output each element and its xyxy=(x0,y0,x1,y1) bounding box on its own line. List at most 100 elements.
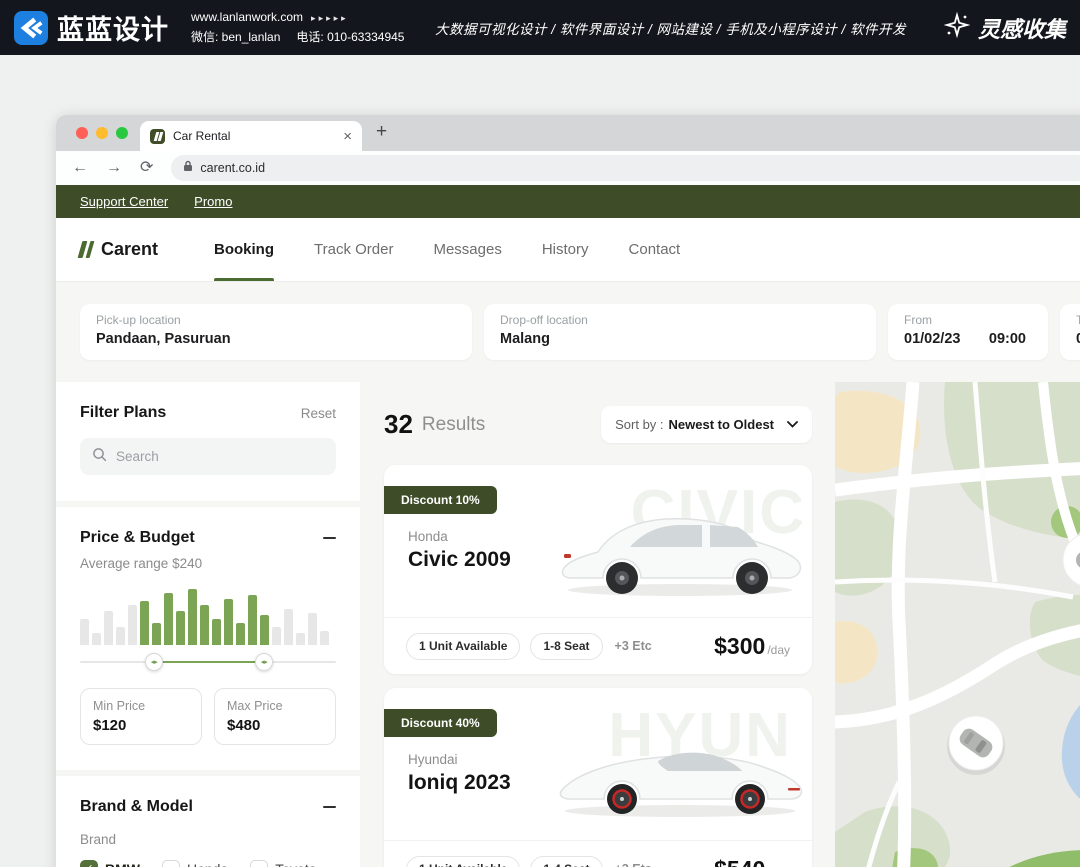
to-datetime-field[interactable]: To 01/03/23 xyxy=(1060,304,1080,360)
maximize-window-button[interactable] xyxy=(116,127,128,139)
promo-banner: 蓝蓝设计 www.lanlanwork.com▸▸▸▸▸ 微信: ben_lan… xyxy=(0,0,1080,55)
checkbox-icon[interactable]: ✓ xyxy=(162,860,180,867)
tab-close-icon[interactable]: × xyxy=(343,129,352,144)
price-budget-title: Price & Budget xyxy=(80,529,195,547)
histogram-bar xyxy=(224,599,233,645)
histogram-bar xyxy=(80,619,89,645)
min-price-value: $120 xyxy=(93,717,189,734)
pickup-label: Pick-up location xyxy=(96,313,456,327)
brand-checkbox-honda[interactable]: ✓ Honda xyxy=(162,860,228,867)
sparkle-icon xyxy=(944,12,970,44)
banner-collect[interactable]: 灵感收集 xyxy=(944,12,1066,44)
dropoff-location-field[interactable]: Drop-off location Malang xyxy=(484,304,876,360)
banner-arrows-icon: ▸▸▸▸▸ xyxy=(311,13,349,23)
histogram-bar xyxy=(212,619,221,645)
seats-badge: 1-4 Seat xyxy=(530,856,602,867)
car-brand: Hyundai xyxy=(408,752,458,767)
histogram-bar xyxy=(260,615,269,645)
refresh-icon[interactable]: ⟳ xyxy=(140,160,153,176)
filter-search-input[interactable] xyxy=(116,449,324,464)
car-model: Civic 2009 xyxy=(408,548,511,572)
units-badge: 1 Unit Available xyxy=(406,633,520,660)
support-center-link[interactable]: Support Center xyxy=(80,194,168,209)
new-tab-button[interactable]: + xyxy=(376,121,387,143)
pickup-location-field[interactable]: Pick-up location Pandaan, Pasuruan xyxy=(80,304,472,360)
car-card-civic[interactable]: CIVIC Discount 10% Honda Civic 2009 1 Un… xyxy=(384,465,812,674)
histogram-bar xyxy=(128,605,137,645)
brand-group-label: Brand xyxy=(80,832,336,847)
filter-search-box[interactable] xyxy=(80,438,336,475)
nav-item-messages[interactable]: Messages xyxy=(433,218,501,281)
brand-option-label: Honda xyxy=(187,861,228,867)
filter-title: Filter Plans xyxy=(80,404,166,422)
nav-item-contact[interactable]: Contact xyxy=(629,218,681,281)
carent-logo[interactable]: Carent xyxy=(80,239,158,260)
units-badge: 1 Unit Available xyxy=(406,856,520,867)
min-price-field[interactable]: Min Price $120 xyxy=(80,688,202,745)
minimize-window-button[interactable] xyxy=(96,127,108,139)
car-brand: Honda xyxy=(408,529,448,544)
collapse-minus-icon[interactable] xyxy=(323,537,336,540)
histogram-bar xyxy=(296,633,305,645)
banner-services-text: 大数据可视化设计 / 软件界面设计 / 网站建设 / 手机及小程序设计 / 软件… xyxy=(435,18,906,38)
nav-item-booking[interactable]: Booking xyxy=(214,218,274,281)
car-image-civic xyxy=(552,491,810,597)
to-date: 01/03/23 xyxy=(1076,331,1080,347)
browser-tab-strip: Car Rental × + xyxy=(56,115,1080,151)
close-window-button[interactable] xyxy=(76,127,88,139)
max-price-value: $480 xyxy=(227,717,323,734)
dropoff-label: Drop-off location xyxy=(500,313,860,327)
car-card-ioniq[interactable]: HYUN Discount 40% Hyundai Ioniq 2023 1 U… xyxy=(384,688,812,867)
collapse-minus-icon[interactable] xyxy=(323,806,336,809)
from-datetime-field[interactable]: From 01/02/23 09:00 xyxy=(888,304,1048,360)
back-icon[interactable]: ← xyxy=(72,160,88,176)
etc-text: +3 Etc xyxy=(615,862,652,867)
forward-icon[interactable]: → xyxy=(106,160,122,176)
brand-option-label: Toyota xyxy=(275,861,316,867)
nav-items: Booking Track Order Messages History Con… xyxy=(214,218,680,281)
brand-checkbox-toyota[interactable]: ✓ Toyota xyxy=(250,860,316,867)
min-price-label: Min Price xyxy=(93,699,189,713)
sort-dropdown[interactable]: Sort by : Newest to Oldest xyxy=(601,406,812,443)
max-price-field[interactable]: Max Price $480 xyxy=(214,688,336,745)
from-time: 09:00 xyxy=(989,331,1026,347)
banner-site-url[interactable]: www.lanlanwork.com xyxy=(191,10,303,24)
discount-badge: Discount 10% xyxy=(384,486,497,514)
to-label: To xyxy=(1076,313,1080,327)
nav-item-track-order[interactable]: Track Order xyxy=(314,218,393,281)
price-slider-handle-max[interactable]: ◂▸ xyxy=(255,653,273,671)
brand-options: ✓ BMW ✓ Honda ✓ Toyota xyxy=(80,860,336,867)
lock-icon xyxy=(183,159,193,177)
lanlan-logo-icon xyxy=(14,11,48,45)
checkbox-icon[interactable]: ✓ xyxy=(250,860,268,867)
url-field[interactable]: carent.co.id xyxy=(171,155,1080,181)
results-column: 32 Results Sort by : Newest to Oldest CI… xyxy=(384,382,812,867)
brand-model-title: Brand & Model xyxy=(80,798,193,816)
results-count-label: Results xyxy=(422,414,485,436)
nav-item-history[interactable]: History xyxy=(542,218,589,281)
site-topbar: Support Center Promo xyxy=(56,185,1080,218)
price-range-slider[interactable]: ◂▸ ◂▸ xyxy=(80,653,336,671)
browser-tab[interactable]: Car Rental × xyxy=(140,121,362,151)
brand-model-section: Brand & Model Brand ✓ BMW ✓ Honda ✓ Toyo… xyxy=(56,776,360,867)
carent-brand-text: Carent xyxy=(101,239,158,260)
filter-reset-button[interactable]: Reset xyxy=(301,406,336,421)
price-slider-handle-min[interactable]: ◂▸ xyxy=(145,653,163,671)
discount-badge: Discount 40% xyxy=(384,709,497,737)
pickup-value: Pandaan, Pasuruan xyxy=(96,331,456,347)
histogram-bar xyxy=(188,589,197,645)
histogram-bar xyxy=(152,623,161,645)
brand-checkbox-bmw[interactable]: ✓ BMW xyxy=(80,860,140,867)
promo-link[interactable]: Promo xyxy=(194,194,232,209)
price-per: /day xyxy=(767,643,790,657)
banner-brand-text: 蓝蓝设计 xyxy=(57,8,169,47)
banner-phone: 电话: 010-63334945 xyxy=(296,30,404,44)
histogram-bar xyxy=(200,605,209,645)
price-amount: $300 xyxy=(714,633,765,660)
from-label: From xyxy=(904,313,1032,327)
from-date: 01/02/23 xyxy=(904,331,960,347)
checkbox-icon[interactable]: ✓ xyxy=(80,860,98,867)
sort-prefix: Sort by : xyxy=(615,417,663,432)
map-panel[interactable] xyxy=(835,382,1080,867)
price-slider-range xyxy=(154,661,264,663)
